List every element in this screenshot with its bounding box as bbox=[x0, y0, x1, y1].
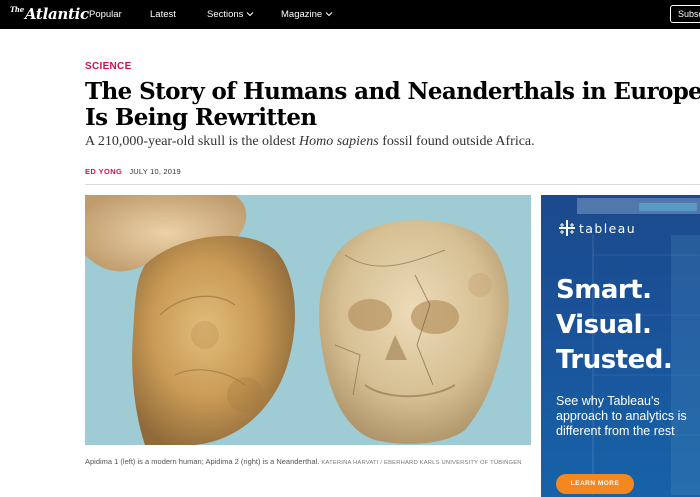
hero-image bbox=[85, 195, 531, 445]
nav-popular[interactable]: Popular bbox=[89, 0, 122, 29]
nav-latest[interactable]: Latest bbox=[150, 0, 176, 29]
top-nav: TheAtlantic Popular Latest Sections Maga… bbox=[0, 0, 700, 29]
logo-the: The bbox=[10, 5, 24, 14]
chevron-down-icon bbox=[247, 12, 254, 17]
tableau-wordmark: tableau bbox=[579, 221, 637, 236]
nav-latest-label: Latest bbox=[150, 9, 176, 20]
header-divider bbox=[85, 184, 700, 185]
nav-magazine[interactable]: Magazine bbox=[281, 0, 333, 29]
learn-more-button[interactable]: LEARN MORE bbox=[556, 474, 634, 494]
dek-species-name: Homo sapiens bbox=[298, 134, 379, 149]
skulls-photo bbox=[85, 195, 531, 445]
image-credit: KATERINA HARVATI / EBERHARD KARLS UNIVER… bbox=[321, 460, 522, 466]
tableau-logo: tableau bbox=[558, 219, 636, 237]
nav-popular-label: Popular bbox=[89, 9, 122, 20]
nav-magazine-label: Magazine bbox=[281, 9, 323, 20]
tableau-cross-icon bbox=[559, 220, 575, 236]
tableau-ad[interactable]: tableau Smart. Visual. Trusted. See why … bbox=[541, 195, 700, 497]
dek-text-start: A 210,000-year-old skull is the oldest bbox=[85, 134, 299, 149]
subscribe-button[interactable]: Subscribe bbox=[670, 5, 700, 23]
section-link[interactable]: SCIENCE bbox=[85, 61, 132, 72]
nav-sections-label: Sections bbox=[207, 9, 244, 20]
image-caption: Apidima 1 (left) is a modern human; Apid… bbox=[85, 456, 531, 469]
ad-headline-line: Smart. bbox=[556, 275, 652, 305]
site-logo[interactable]: TheAtlantic bbox=[10, 4, 89, 27]
caption-text: Apidima 1 (left) is a modern human; Apid… bbox=[85, 457, 320, 466]
ad-headline-line: Visual. bbox=[556, 310, 652, 340]
article-headline: The Story of Humans and Neanderthals in … bbox=[85, 78, 700, 131]
ad-body-text: See why Tableau's approach to analytics … bbox=[556, 394, 687, 438]
byline: ED YONG JULY 10, 2019 bbox=[85, 167, 181, 176]
author-link[interactable]: ED YONG bbox=[85, 167, 122, 176]
nav-sections[interactable]: Sections bbox=[207, 0, 254, 29]
dek-text-end: fossil found outside Africa. bbox=[378, 134, 535, 149]
ad-headline-line: Trusted. bbox=[556, 345, 673, 375]
ad-headline: Smart. Visual. Trusted. bbox=[556, 273, 673, 378]
chevron-down-icon bbox=[325, 12, 333, 17]
logo-atlantic: Atlantic bbox=[24, 5, 89, 23]
article-dek: A 210,000-year-old skull is the oldest H… bbox=[85, 134, 535, 150]
publish-date: JULY 10, 2019 bbox=[129, 167, 181, 176]
